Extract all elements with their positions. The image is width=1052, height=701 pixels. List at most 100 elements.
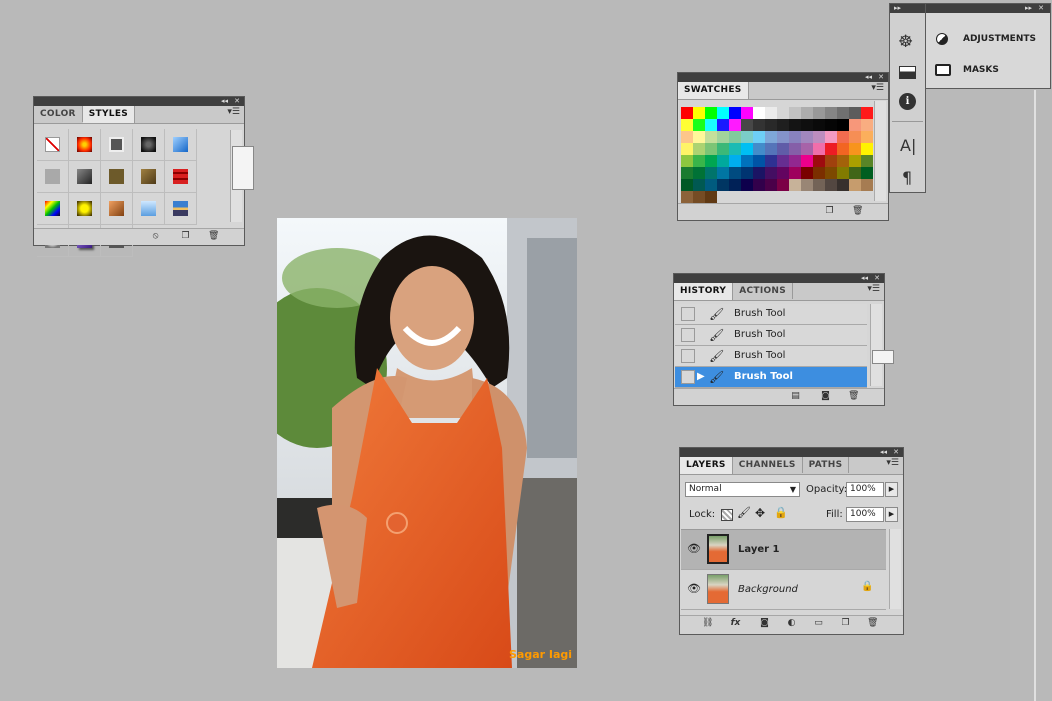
panel-titlebar[interactable]: ◂◂ ✕ <box>680 448 903 457</box>
color-swatch[interactable] <box>729 119 741 131</box>
adjustment-layer-icon[interactable]: ◐ <box>786 618 797 629</box>
panel-menu-icon[interactable]: ▾☰ <box>886 458 899 468</box>
lock-position-icon[interactable]: ✥ <box>755 506 765 520</box>
color-swatch[interactable] <box>681 131 693 143</box>
panel-menu-icon[interactable]: ▾☰ <box>871 83 884 93</box>
style-swatch[interactable] <box>37 193 69 225</box>
color-swatch[interactable] <box>861 167 873 179</box>
navigator-icon[interactable]: ☸ <box>898 32 913 52</box>
color-swatch[interactable] <box>777 107 789 119</box>
color-swatch[interactable] <box>693 131 705 143</box>
snapshot-source-checkbox[interactable] <box>681 349 695 363</box>
color-swatch[interactable] <box>777 131 789 143</box>
style-swatch[interactable] <box>37 161 69 193</box>
color-swatch[interactable] <box>681 167 693 179</box>
color-swatch[interactable] <box>837 179 849 191</box>
history-state[interactable]: 🖌 Brush Tool <box>675 325 867 346</box>
color-swatch[interactable] <box>753 107 765 119</box>
styles-scrollbar[interactable] <box>230 130 254 222</box>
color-swatch[interactable] <box>717 131 729 143</box>
tab-paths[interactable]: PATHS <box>803 457 850 473</box>
color-swatch[interactable] <box>693 119 705 131</box>
color-swatch[interactable] <box>825 155 837 167</box>
color-swatch[interactable] <box>837 131 849 143</box>
history-state[interactable]: 🖌 Brush Tool <box>675 346 867 367</box>
style-swatch[interactable] <box>69 193 101 225</box>
color-swatch[interactable] <box>861 131 873 143</box>
color-swatch[interactable] <box>705 131 717 143</box>
color-swatch[interactable] <box>765 131 777 143</box>
delete-icon[interactable]: 🗑 <box>848 391 859 402</box>
collapse-icon[interactable]: ◂◂ <box>865 73 872 82</box>
close-icon[interactable]: ✕ <box>234 97 240 106</box>
color-swatch[interactable] <box>729 155 741 167</box>
add-mask-icon[interactable]: ◙ <box>759 618 770 629</box>
close-icon[interactable]: ✕ <box>878 73 884 82</box>
tab-history[interactable]: HISTORY <box>674 283 734 300</box>
color-swatch[interactable] <box>741 119 753 131</box>
color-swatch[interactable] <box>813 107 825 119</box>
color-swatch[interactable] <box>729 131 741 143</box>
color-swatch[interactable] <box>825 143 837 155</box>
color-swatch[interactable] <box>849 167 861 179</box>
color-swatch[interactable] <box>717 107 729 119</box>
color-swatch[interactable] <box>777 155 789 167</box>
history-state[interactable]: 🖌 Brush Tool <box>675 304 867 325</box>
document-canvas[interactable]: Sagar Iagi <box>277 218 577 668</box>
panel-titlebar[interactable]: ◂◂ ✕ <box>674 274 884 283</box>
snapshot-source-checkbox[interactable] <box>681 328 695 342</box>
color-swatch[interactable] <box>825 119 837 131</box>
collapse-icon[interactable]: ◂◂ <box>861 274 868 283</box>
color-swatch[interactable] <box>789 167 801 179</box>
color-swatch[interactable] <box>741 155 753 167</box>
color-swatch[interactable] <box>801 143 813 155</box>
character-icon[interactable]: A| <box>900 136 916 155</box>
color-swatch[interactable] <box>849 119 861 131</box>
color-swatch[interactable] <box>777 119 789 131</box>
new-layer-icon[interactable]: ❐ <box>840 618 851 629</box>
color-swatch[interactable] <box>741 179 753 191</box>
color-swatch[interactable] <box>681 155 693 167</box>
color-swatch[interactable] <box>705 107 717 119</box>
tab-styles[interactable]: STYLES <box>82 106 136 123</box>
paragraph-icon[interactable]: ¶ <box>902 168 912 187</box>
new-group-icon[interactable]: ▭ <box>813 618 824 629</box>
color-swatch[interactable] <box>849 179 861 191</box>
color-swatch[interactable] <box>741 131 753 143</box>
color-swatch[interactable] <box>681 179 693 191</box>
color-swatch[interactable] <box>717 155 729 167</box>
expand-icon[interactable]: ▸▸ <box>894 4 901 13</box>
opacity-input[interactable]: 100% <box>846 482 884 497</box>
style-swatch[interactable] <box>37 129 69 161</box>
style-swatch[interactable] <box>69 129 101 161</box>
color-swatch[interactable] <box>849 107 861 119</box>
flyout-titlebar[interactable]: ▸▸ ✕ <box>926 4 1050 13</box>
color-swatch[interactable] <box>789 119 801 131</box>
collapse-icon[interactable]: ▸▸ <box>1025 4 1032 13</box>
style-swatch[interactable] <box>101 161 133 193</box>
collapse-icon[interactable]: ◂◂ <box>880 448 887 457</box>
color-swatch[interactable] <box>837 143 849 155</box>
info-icon[interactable]: i <box>899 93 916 110</box>
blend-mode-select[interactable]: Normal ▼ <box>685 482 800 497</box>
fill-input[interactable]: 100% <box>846 507 884 522</box>
color-swatch[interactable] <box>753 131 765 143</box>
color-swatch[interactable] <box>717 179 729 191</box>
delete-icon[interactable]: 🗑 <box>867 618 878 629</box>
color-swatch[interactable] <box>813 131 825 143</box>
opacity-slider-button[interactable]: ▶ <box>885 482 898 497</box>
color-swatch[interactable] <box>741 107 753 119</box>
color-swatch[interactable] <box>681 143 693 155</box>
color-swatch[interactable] <box>681 191 693 203</box>
tab-color[interactable]: COLOR <box>34 106 83 122</box>
color-swatch[interactable] <box>861 179 873 191</box>
color-swatch[interactable] <box>837 155 849 167</box>
color-swatch[interactable] <box>789 155 801 167</box>
color-swatch[interactable] <box>813 155 825 167</box>
color-swatch[interactable] <box>693 107 705 119</box>
color-swatch[interactable] <box>801 179 813 191</box>
color-swatch[interactable] <box>741 143 753 155</box>
style-swatch[interactable] <box>133 193 165 225</box>
color-swatch[interactable] <box>801 107 813 119</box>
color-swatch[interactable] <box>849 155 861 167</box>
